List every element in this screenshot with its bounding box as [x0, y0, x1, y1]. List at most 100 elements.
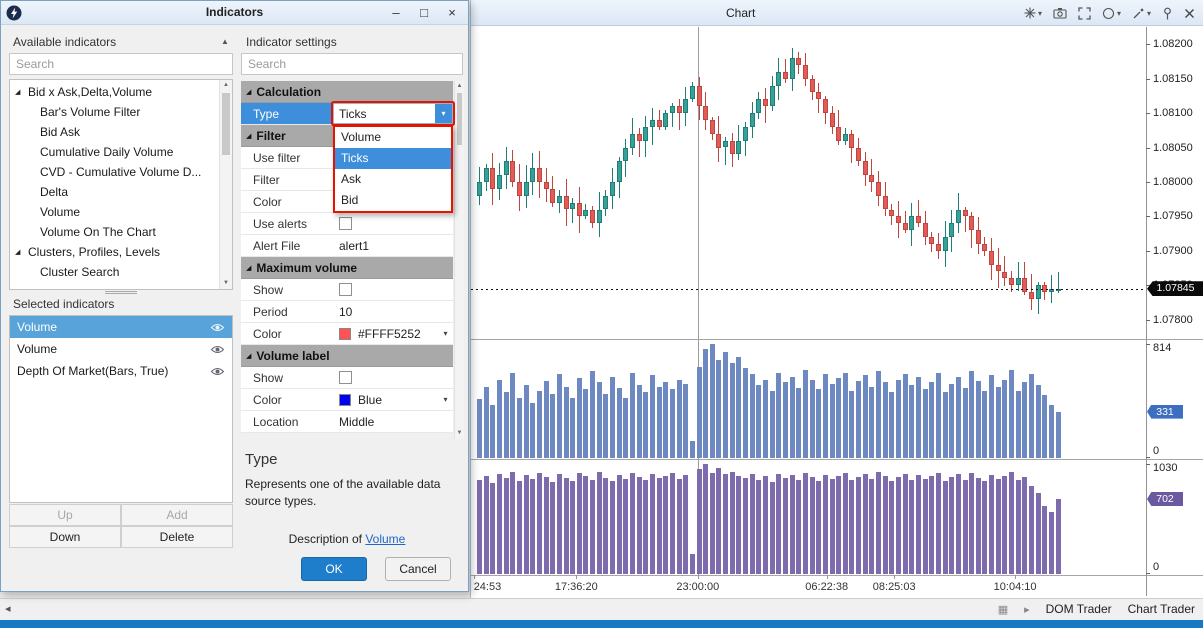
section-expanded-icon: ◢ — [246, 132, 251, 140]
price-axis-tick — [1146, 216, 1150, 217]
splitter-handle[interactable] — [105, 291, 137, 294]
settings-row-label: Color — [241, 323, 333, 344]
price-axis-label: 1.08100 — [1153, 107, 1193, 119]
panel-layout-icon[interactable]: ▦ — [998, 603, 1008, 616]
settings-row-value[interactable]: Ticks▾ — [333, 103, 453, 124]
combo-value-text: Ticks — [334, 107, 435, 121]
scroll-up-icon[interactable]: ▲ — [220, 80, 232, 91]
settings-row: Period10 — [241, 301, 453, 323]
volume-axis-zero-label: 0 — [1153, 445, 1159, 457]
description-volume-link[interactable]: Volume — [365, 532, 405, 546]
tab-marker-icon[interactable]: ▸ — [1024, 603, 1030, 616]
dropdown-option[interactable]: Bid — [335, 190, 451, 211]
checkbox[interactable] — [339, 283, 352, 296]
tree-group-item[interactable]: ◢Bid x Ask,Delta,Volume — [10, 82, 232, 102]
checkbox[interactable] — [339, 371, 352, 384]
settings-row-label: Type — [241, 103, 333, 124]
tree-item[interactable]: Volume On The Chart — [10, 222, 232, 242]
settings-row-value[interactable]: Blue▾ — [333, 389, 453, 410]
tree-item[interactable]: Volume — [10, 202, 232, 222]
price-axis[interactable]: 1.082001.081501.081001.080501.080001.079… — [1146, 0, 1203, 598]
settings-row-value[interactable]: Middle — [333, 411, 453, 432]
horizontal-scrollbar[interactable]: ◂ ▦ ▸ DOM Trader Chart Trader — [0, 598, 1203, 620]
indicators-titlebar[interactable]: Indicators – □ × — [1, 1, 468, 25]
cancel-button[interactable]: Cancel — [385, 557, 451, 581]
color-value-text: #FFFF5252 — [356, 327, 438, 341]
scroll-up-icon[interactable]: ▲ — [455, 81, 464, 92]
tree-item[interactable]: Bar's Volume Filter — [10, 102, 232, 122]
up-button[interactable]: Up — [9, 504, 121, 526]
section-label: Maximum volume — [256, 261, 357, 275]
tree-scrollbar[interactable]: ▲ ▼ — [219, 80, 232, 289]
scrollbar-thumb[interactable] — [457, 93, 462, 145]
tab-dom-trader[interactable]: DOM Trader — [1046, 602, 1112, 616]
scroll-down-icon[interactable]: ▼ — [220, 278, 232, 289]
settings-scrollbar[interactable]: ▲ ▼ — [454, 81, 464, 439]
tree-expanded-icon[interactable]: ◢ — [15, 88, 28, 96]
scroll-down-icon[interactable]: ▼ — [455, 428, 464, 439]
visibility-eye-icon[interactable] — [210, 322, 225, 333]
volume-axis-tick — [1146, 573, 1150, 574]
settings-row-value[interactable]: #FFFF5252▾ — [333, 323, 453, 344]
tree-item-label: Bar's Volume Filter — [40, 105, 140, 119]
tree-item[interactable]: Delta — [10, 182, 232, 202]
tree-group-item[interactable]: ◢Clusters, Profiles, Levels — [10, 242, 232, 262]
tree-item[interactable]: CVD - Cumulative Volume D... — [10, 162, 232, 182]
settings-section-header[interactable]: ◢Volume label — [241, 345, 453, 367]
settings-row-value[interactable] — [333, 279, 453, 300]
price-axis-tick — [1146, 113, 1150, 114]
tree-item[interactable]: Cumulative Daily Volume — [10, 142, 232, 162]
selected-indicator-label: Volume — [17, 320, 210, 334]
down-button[interactable]: Down — [9, 526, 121, 548]
dropdown-option[interactable]: Ticks — [335, 148, 451, 169]
selected-indicator-item[interactable]: Volume — [10, 338, 232, 360]
selected-indicator-label: Depth Of Market(Bars, True) — [17, 364, 210, 378]
combo-dropdown-button[interactable]: ▾ — [435, 104, 452, 123]
settings-section-header[interactable]: ◢Maximum volume — [241, 257, 453, 279]
price-axis-label: 1.08150 — [1153, 73, 1193, 85]
dropdown-option[interactable]: Ask — [335, 169, 451, 190]
settings-search-input[interactable] — [241, 53, 463, 75]
volume-axis-max-label: 814 — [1153, 342, 1171, 354]
tree-item[interactable]: Cluster Search — [10, 262, 232, 282]
tree-item-label: Delta — [40, 185, 68, 199]
dropdown-option[interactable]: Volume — [335, 127, 451, 148]
current-price-tag: 1.07845 — [1147, 281, 1203, 296]
color-dropdown-caret[interactable]: ▾ — [438, 329, 453, 338]
settings-row-value[interactable] — [333, 213, 453, 234]
minimize-button[interactable]: – — [382, 1, 410, 25]
selected-indicator-item[interactable]: Depth Of Market(Bars, True) — [10, 360, 232, 382]
close-button[interactable]: × — [438, 1, 466, 25]
visibility-eye-icon[interactable] — [210, 366, 225, 377]
price-axis-label: 1.08050 — [1153, 142, 1193, 154]
delete-button[interactable]: Delete — [121, 526, 233, 548]
tree-item-label: Cluster Search — [40, 265, 119, 279]
description-title: Type — [245, 451, 453, 468]
add-button[interactable]: Add — [121, 504, 233, 526]
indicators-dialog: Indicators – □ × Available indicators ▲ … — [0, 0, 469, 592]
color-dropdown-caret[interactable]: ▾ — [438, 395, 453, 404]
settings-row-label: Location — [241, 411, 333, 432]
trader-tabs: ▦ ▸ DOM Trader Chart Trader — [998, 602, 1195, 616]
settings-row: ColorBlue▾ — [241, 389, 453, 411]
settings-row-value[interactable] — [333, 367, 453, 388]
settings-row-value[interactable]: 10 — [333, 301, 453, 322]
scrollbar-thumb[interactable] — [222, 93, 230, 155]
tab-chart-trader[interactable]: Chart Trader — [1128, 602, 1195, 616]
maximize-button[interactable]: □ — [410, 1, 438, 25]
selected-indicator-item[interactable]: Volume — [10, 316, 232, 338]
visibility-eye-icon[interactable] — [210, 344, 225, 355]
tree-expanded-icon[interactable]: ◢ — [15, 248, 28, 256]
scroll-left-icon[interactable]: ◂ — [5, 602, 11, 615]
settings-row-label: Filter — [241, 169, 333, 190]
settings-section-header[interactable]: ◢Calculation — [241, 81, 453, 103]
window-controls: – □ × — [382, 1, 466, 25]
collapse-icon[interactable]: ▲ — [221, 37, 229, 46]
value-text: 10 — [337, 305, 453, 319]
ok-button[interactable]: OK — [301, 557, 367, 581]
settings-row-value[interactable]: alert1 — [333, 235, 453, 256]
available-search-input[interactable] — [9, 53, 233, 75]
checkbox[interactable] — [339, 217, 352, 230]
tree-item[interactable]: Bid Ask — [10, 122, 232, 142]
property-description: Type Represents one of the available dat… — [245, 451, 453, 510]
